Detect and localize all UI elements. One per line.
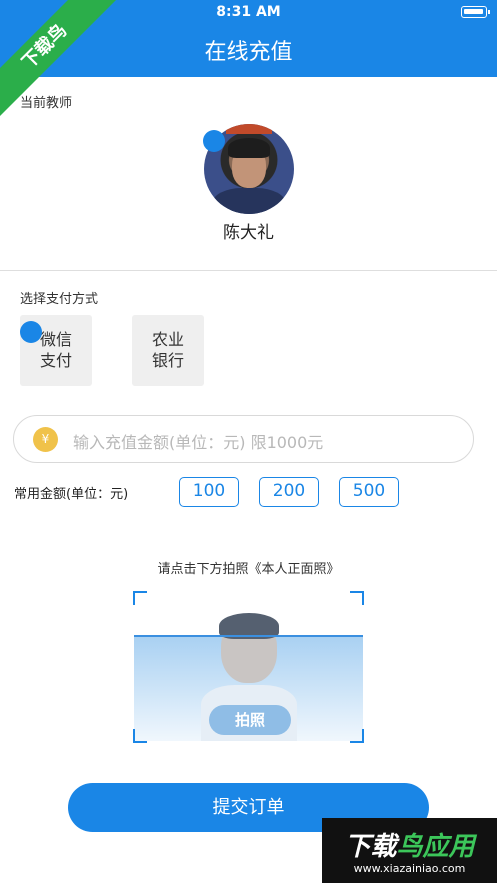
- amount-input[interactable]: ¥ 输入充值金额(单位：元) 限1000元: [13, 415, 474, 463]
- teacher-name: 陈大礼: [223, 223, 274, 243]
- teacher-section-label: 当前教师: [20, 96, 73, 111]
- frame-corner: [133, 591, 147, 605]
- battery-icon: [461, 6, 490, 18]
- payment-method-label: 农业: [151, 330, 184, 349]
- touch-indicator-dot: [203, 130, 225, 152]
- take-photo-button[interactable]: 拍照: [209, 705, 291, 735]
- payment-method-label: 支付: [39, 351, 72, 370]
- payment-method-abc-bank[interactable]: 农业 银行: [132, 315, 204, 386]
- payment-method-label: 银行: [151, 351, 184, 370]
- scan-line: [134, 635, 363, 637]
- watermark-title-a: 下载: [344, 832, 397, 862]
- photo-hint: 请点击下方拍照《本人正面照》: [157, 562, 340, 577]
- frame-corner: [350, 591, 364, 605]
- touch-indicator-dot: [20, 321, 42, 343]
- amount-preset-500[interactable]: 500: [339, 477, 399, 507]
- page-title: 在线充值: [204, 40, 293, 65]
- amount-preset-200[interactable]: 200: [259, 477, 319, 507]
- frame-corner: [350, 729, 364, 743]
- section-divider: [0, 270, 497, 271]
- app-header: 8:31 AM 在线充值: [0, 0, 497, 77]
- photo-capture-frame[interactable]: 拍照: [133, 591, 364, 743]
- yen-icon: ¥: [33, 427, 58, 452]
- watermark-url: www.xiazainiao.com: [353, 862, 466, 875]
- payment-section-label: 选择支付方式: [20, 292, 99, 307]
- status-time: 8:31 AM: [216, 4, 281, 20]
- watermark-title: 下载鸟应用: [322, 826, 497, 863]
- frame-corner: [133, 729, 147, 743]
- bottom-watermark: 下载鸟应用 www.xiazainiao.com: [322, 818, 497, 883]
- amount-input-placeholder: 输入充值金额(单位：元) 限1000元: [73, 433, 324, 452]
- amount-preset-100[interactable]: 100: [179, 477, 239, 507]
- common-amount-label: 常用金额(单位：元): [14, 487, 129, 502]
- watermark-title-b: 鸟应用: [396, 832, 475, 862]
